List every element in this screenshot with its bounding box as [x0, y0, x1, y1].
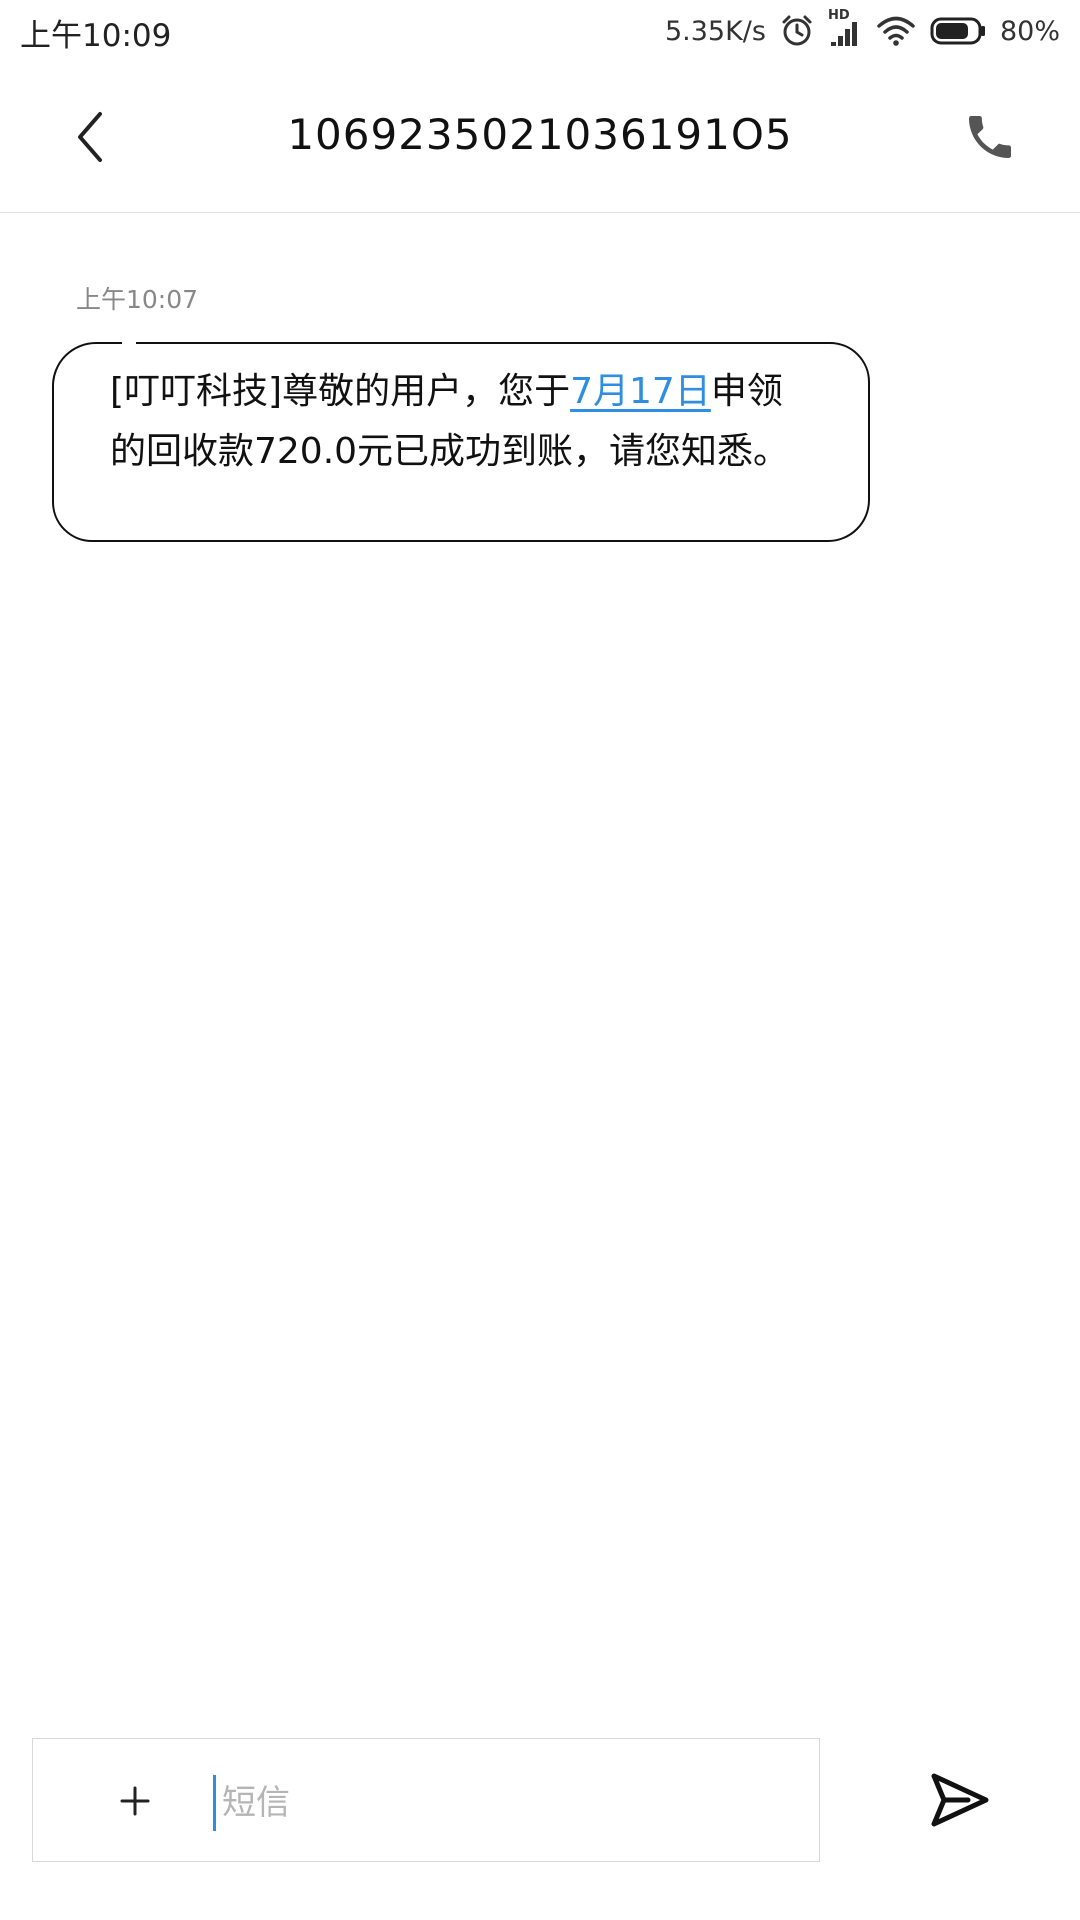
status-indicators: 5.35K/s HD 80%	[665, 8, 1060, 54]
call-button[interactable]	[955, 102, 1025, 172]
status-time: 上午10:09	[20, 18, 172, 54]
network-speed: 5.35K/s	[664, 15, 766, 47]
date-link[interactable]: 7月17日	[570, 371, 711, 412]
bubble-tail	[122, 334, 136, 346]
signal-icon: HD	[828, 8, 862, 48]
battery-icon	[930, 16, 986, 46]
message-text: [叮叮科技]尊敬的用户，您于	[110, 371, 571, 412]
plus-icon	[120, 1786, 150, 1816]
message-bubble: [叮叮科技]尊敬的用户，您于7月17日申领的回收款720.0元已成功到账，请您知…	[52, 342, 870, 542]
alarm-icon	[780, 14, 814, 48]
conversation-header: 1069235021036191O5	[0, 62, 1080, 213]
signal-label: HD	[827, 8, 850, 23]
send-button[interactable]	[910, 1750, 1010, 1850]
message-composer	[32, 1738, 820, 1862]
send-icon	[931, 1773, 989, 1827]
contact-number-title: 1069235021036191O5	[287, 110, 793, 159]
message-timestamp: 上午10:07	[76, 285, 199, 314]
status-bar: 上午10:09 5.35K/s HD 80%	[0, 0, 1080, 62]
battery-percent: 80%	[999, 15, 1060, 47]
wifi-icon	[876, 15, 916, 47]
sms-input[interactable]	[213, 1775, 782, 1831]
phone-icon	[969, 116, 1011, 158]
attach-button[interactable]	[103, 1769, 167, 1833]
